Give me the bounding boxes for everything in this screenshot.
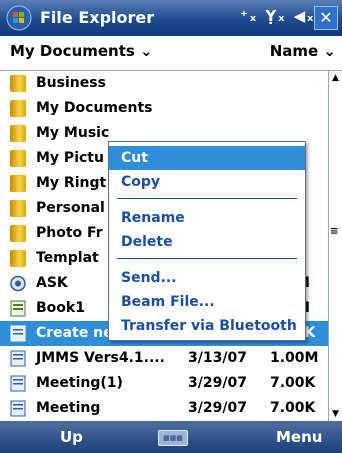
- windows-start-icon[interactable]: [6, 5, 32, 31]
- folder-icon: [10, 75, 26, 92]
- scroll-down-arrow-icon[interactable]: ▼: [332, 409, 339, 419]
- context-menu: Cut Copy Rename Delete Send... Beam File…: [108, 141, 306, 341]
- menu-item-transfer-bluetooth[interactable]: Transfer via Bluetooth: [109, 314, 305, 338]
- menu-separator: [117, 258, 297, 259]
- folder-icon: [10, 225, 26, 242]
- list-item[interactable]: Meeting 3/29/07 7.00K: [0, 396, 328, 421]
- folder-dropdown[interactable]: My Documents ⌄: [10, 42, 153, 60]
- menu-separator: [117, 198, 297, 199]
- document-icon: [10, 350, 26, 367]
- app-title: File Explorer: [40, 8, 155, 27]
- menu-item-rename[interactable]: Rename: [109, 206, 305, 230]
- folder-icon: [10, 250, 26, 267]
- list-item[interactable]: My Documents: [0, 96, 328, 121]
- up-softkey[interactable]: Up: [60, 428, 83, 446]
- list-item[interactable]: Business: [0, 71, 328, 96]
- vertical-scrollbar[interactable]: ▲ ≡ ▼: [328, 71, 342, 421]
- location-bar: My Documents ⌄ Name ⌄: [0, 36, 342, 71]
- folder-icon: [10, 200, 26, 217]
- scroll-up-arrow-icon[interactable]: ▲: [332, 73, 339, 83]
- menu-softkey[interactable]: Menu: [276, 428, 322, 446]
- menu-item-delete[interactable]: Delete: [109, 230, 305, 254]
- document-icon: [10, 400, 26, 417]
- sort-dropdown[interactable]: Name ⌄: [270, 42, 336, 60]
- status-icons[interactable]: ⁺ₓ Ỵₓ ◀ₓ: [240, 7, 315, 25]
- folder-icon: [10, 125, 26, 142]
- folder-icon: [10, 175, 26, 192]
- spreadsheet-icon: [10, 300, 26, 317]
- softkey-bar: Up ▦▦▦ Menu: [0, 421, 342, 453]
- scroll-thumb[interactable]: ≡: [330, 226, 341, 237]
- keyboard-icon[interactable]: ▦▦▦: [158, 430, 188, 446]
- list-item[interactable]: JMMS Vers4.1.... 3/13/07 1.00M: [0, 346, 328, 371]
- document-icon: [10, 325, 26, 342]
- folder-icon: [10, 150, 26, 167]
- document-icon: [10, 375, 26, 392]
- close-button[interactable]: ✕: [314, 6, 338, 30]
- app-icon: [10, 275, 26, 292]
- menu-item-beam-file[interactable]: Beam File...: [109, 290, 305, 314]
- menu-item-cut[interactable]: Cut: [109, 146, 305, 170]
- folder-icon: [10, 100, 26, 117]
- menu-item-send[interactable]: Send...: [109, 266, 305, 290]
- title-bar: File Explorer ⁺ₓ Ỵₓ ◀ₓ ✕: [0, 0, 342, 36]
- menu-item-copy[interactable]: Copy: [109, 170, 305, 194]
- list-item[interactable]: Meeting(1) 3/29/07 7.00K: [0, 371, 328, 396]
